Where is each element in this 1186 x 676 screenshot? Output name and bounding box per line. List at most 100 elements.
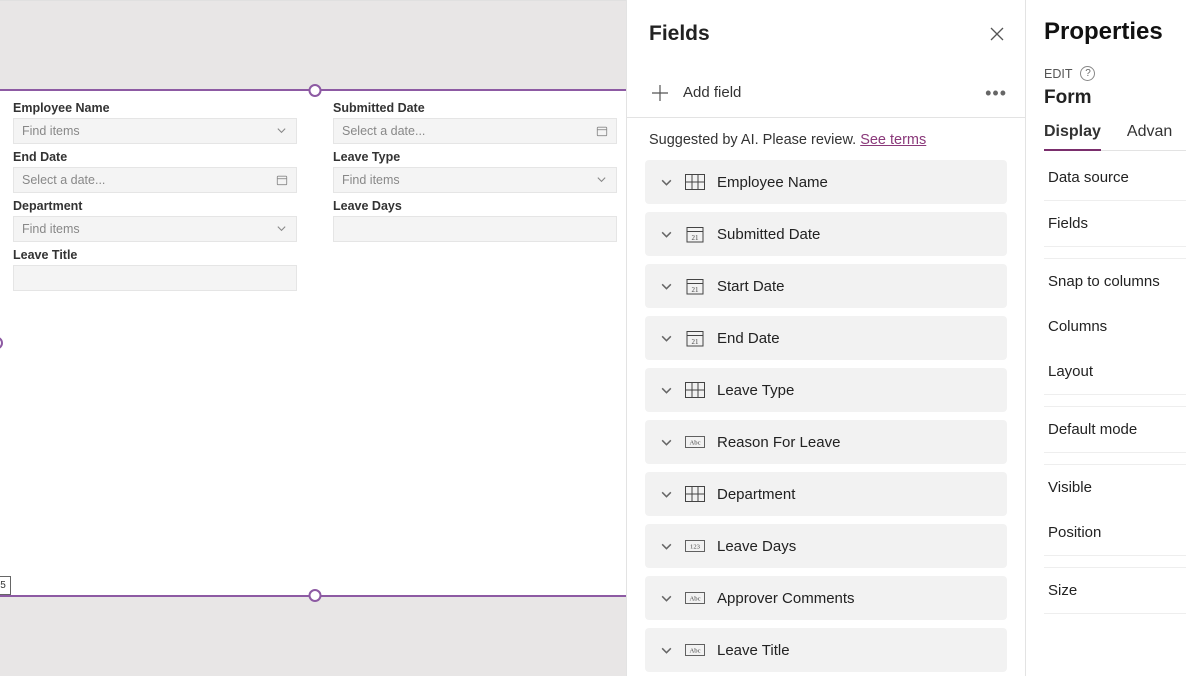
form-fields-grid: Employee Name Find items Submitted Date Sel…: [0, 89, 626, 291]
field-type-icon: 21: [685, 328, 705, 348]
fields-list[interactable]: Employee Name21Submitted Date21Start Dat…: [627, 160, 1025, 676]
chevron-down-icon[interactable]: [659, 539, 673, 553]
field-placeholder: Select a date...: [22, 173, 105, 187]
chevron-down-icon[interactable]: [659, 487, 673, 501]
field-input[interactable]: [333, 216, 617, 242]
field-placeholder: Select a date...: [342, 124, 425, 138]
measure-badge: 5: [0, 576, 11, 595]
help-icon[interactable]: ?: [1080, 66, 1095, 81]
field-card[interactable]: 21Start Date: [645, 264, 1007, 308]
close-icon[interactable]: [987, 24, 1007, 44]
property-row[interactable]: Fields: [1044, 201, 1186, 247]
property-separator: [1044, 453, 1186, 465]
field-input[interactable]: Find items: [13, 118, 297, 144]
field-card[interactable]: Leave Type: [645, 368, 1007, 412]
field-card[interactable]: Department: [645, 472, 1007, 516]
field-card-label: Reason For Leave: [717, 434, 840, 451]
field-card[interactable]: 21 Submitted Date: [645, 212, 1007, 256]
field-label: Employee Name: [13, 101, 297, 115]
field-card[interactable]: AbcApprover Comments: [645, 576, 1007, 620]
chevron-down-icon: [276, 125, 288, 137]
add-field-button[interactable]: Add field: [649, 82, 741, 104]
design-canvas[interactable]: Employee Name Find items Submitted Date Sel…: [0, 0, 626, 676]
field-label: Submitted Date: [333, 101, 617, 115]
svg-text:Abc: Abc: [689, 440, 700, 447]
field-card[interactable]: Abc Reason For Leave: [645, 420, 1007, 464]
field-type-icon: Abc: [685, 588, 705, 608]
field-input[interactable]: Select a date...: [333, 118, 617, 144]
add-field-label: Add field: [683, 84, 741, 101]
field-input[interactable]: Find items: [333, 167, 617, 193]
form-field: End Date Select a date...: [0, 144, 315, 193]
properties-panel: Properties EDIT ? Form Display Advan Data…: [1026, 0, 1186, 676]
field-type-icon: Abc: [685, 640, 705, 660]
field-input[interactable]: [13, 265, 297, 291]
form-field: Leave Title: [0, 242, 315, 291]
more-options-icon[interactable]: •••: [985, 88, 1007, 98]
field-placeholder: Find items: [22, 124, 80, 138]
calendar-icon: [596, 125, 608, 137]
field-label: Department: [13, 199, 297, 213]
field-card-label: Department: [717, 486, 795, 503]
fields-panel-title: Fields: [649, 22, 710, 46]
field-type-icon: [685, 172, 705, 192]
svg-text:Abc: Abc: [689, 648, 700, 655]
property-row[interactable]: Layout: [1044, 349, 1186, 395]
see-terms-link[interactable]: See terms: [860, 132, 926, 148]
property-row[interactable]: Snap to columns: [1044, 259, 1186, 304]
field-card[interactable]: 123Leave Days: [645, 524, 1007, 568]
field-card-label: Submitted Date: [717, 226, 820, 243]
chevron-down-icon[interactable]: [659, 383, 673, 397]
field-card[interactable]: Employee Name: [645, 160, 1007, 204]
form-field: Department Find items: [0, 193, 315, 242]
svg-text:123: 123: [690, 544, 701, 551]
selected-control-name: Form: [1044, 87, 1186, 109]
field-card[interactable]: AbcLeave Title: [645, 628, 1007, 672]
properties-title: Properties: [1044, 18, 1186, 46]
property-row[interactable]: Default mode: [1044, 407, 1186, 453]
plus-icon: [649, 82, 671, 104]
property-separator: [1044, 395, 1186, 407]
chevron-down-icon[interactable]: [659, 175, 673, 189]
property-row[interactable]: Columns: [1044, 304, 1186, 349]
field-card-label: Start Date: [717, 278, 785, 295]
field-type-icon: 123: [685, 536, 705, 556]
field-input[interactable]: Select a date...: [13, 167, 297, 193]
chevron-down-icon[interactable]: [659, 279, 673, 293]
field-label: Leave Title: [13, 248, 297, 262]
field-type-icon: 21: [685, 224, 705, 244]
field-placeholder: Find items: [22, 222, 80, 236]
fields-panel: Fields Add field ••• Suggested by AI. Pl…: [626, 0, 1026, 676]
edit-label[interactable]: EDIT: [1044, 67, 1072, 81]
property-row[interactable]: Size: [1044, 568, 1186, 614]
field-placeholder: [342, 222, 345, 236]
chevron-down-icon[interactable]: [659, 591, 673, 605]
field-placeholder: Find items: [342, 173, 400, 187]
svg-text:21: 21: [692, 234, 700, 242]
chevron-down-icon[interactable]: [659, 227, 673, 241]
tab-display[interactable]: Display: [1044, 123, 1101, 151]
properties-tabs: Display Advan: [1044, 123, 1186, 151]
tab-advan[interactable]: Advan: [1127, 123, 1172, 150]
field-card-label: Employee Name: [717, 174, 828, 191]
svg-text:21: 21: [692, 338, 700, 346]
chevron-down-icon: [276, 223, 288, 235]
properties-list: Data sourceFields Snap to columnsColumnsL…: [1044, 155, 1186, 614]
property-row[interactable]: Visible: [1044, 465, 1186, 510]
field-type-icon: Abc: [685, 432, 705, 452]
property-row[interactable]: Data source: [1044, 155, 1186, 201]
chevron-down-icon[interactable]: [659, 643, 673, 657]
field-type-icon: [685, 380, 705, 400]
chevron-down-icon[interactable]: [659, 435, 673, 449]
property-separator: [1044, 247, 1186, 259]
property-row[interactable]: Position: [1044, 510, 1186, 556]
field-card[interactable]: 21 End Date: [645, 316, 1007, 360]
form-field: Submitted Date Select a date...: [315, 95, 626, 144]
field-label: Leave Days: [333, 199, 617, 213]
chevron-down-icon[interactable]: [659, 331, 673, 345]
field-input[interactable]: Find items: [13, 216, 297, 242]
field-card-label: End Date: [717, 330, 780, 347]
field-label: End Date: [13, 150, 297, 164]
form-field: Employee Name Find items: [0, 95, 315, 144]
field-label: Leave Type: [333, 150, 617, 164]
